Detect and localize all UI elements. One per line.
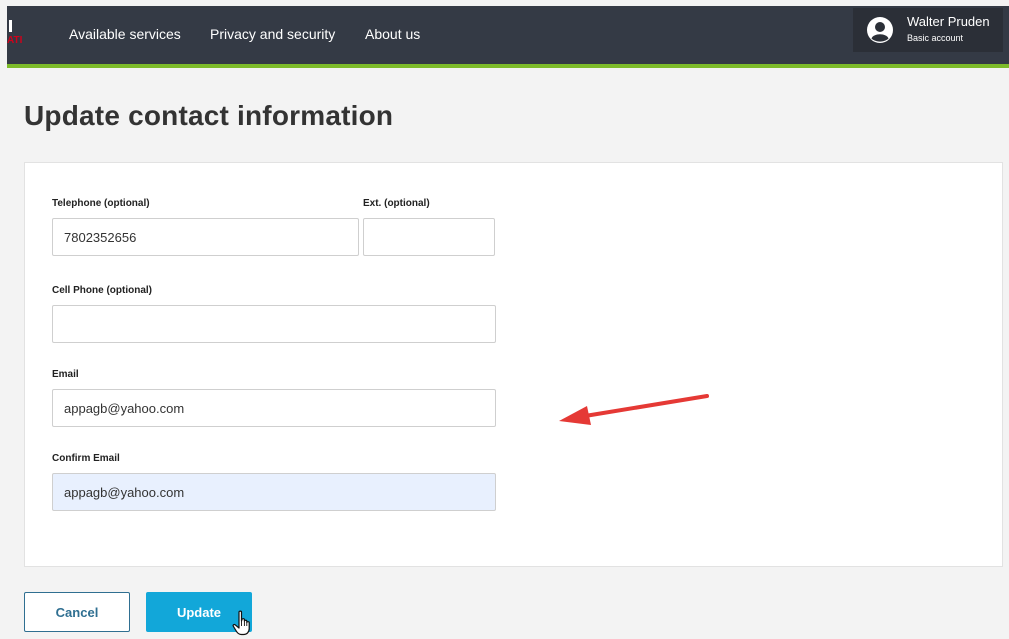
user-avatar-icon xyxy=(867,17,893,43)
telephone-input[interactable] xyxy=(52,218,359,256)
cell-phone-label: Cell Phone (optional) xyxy=(52,285,152,296)
logo-text: ATI xyxy=(7,35,23,46)
ext-input[interactable] xyxy=(363,218,495,256)
cell-phone-input[interactable] xyxy=(52,305,496,343)
hand-pointer-icon xyxy=(232,610,250,636)
account-menu[interactable]: Walter Pruden Basic account xyxy=(853,8,1003,52)
annotation-arrow-icon xyxy=(559,394,709,425)
header-accent-stripe xyxy=(7,64,1009,68)
ext-label: Ext. (optional) xyxy=(363,198,430,209)
email-input[interactable] xyxy=(52,389,496,427)
nav-link-privacy-and-security[interactable]: Privacy and security xyxy=(210,25,335,43)
telephone-label: Telephone (optional) xyxy=(52,198,150,209)
cancel-button[interactable]: Cancel xyxy=(24,592,130,632)
confirm-email-input[interactable] xyxy=(52,473,496,511)
email-label: Email xyxy=(52,369,79,380)
confirm-email-label: Confirm Email xyxy=(52,453,120,464)
page-title: Update contact information xyxy=(24,100,394,131)
account-name: Walter Pruden xyxy=(907,14,990,29)
nav-link-available-services[interactable]: Available services xyxy=(69,25,181,43)
nav-link-about-us[interactable]: About us xyxy=(365,25,420,43)
account-type: Basic account xyxy=(907,33,964,43)
logo-mark xyxy=(9,20,12,32)
site-logo[interactable]: ATI xyxy=(7,20,23,48)
